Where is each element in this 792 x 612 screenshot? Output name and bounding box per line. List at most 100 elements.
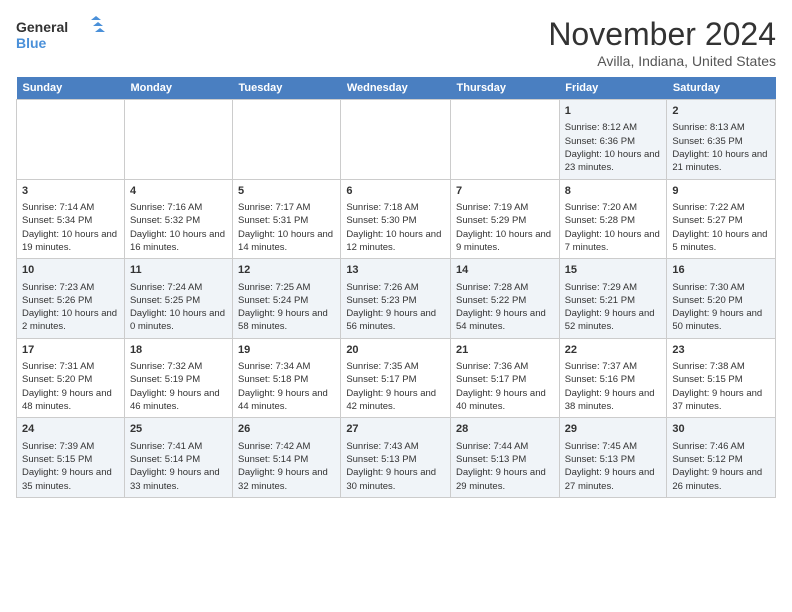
column-header-friday: Friday bbox=[559, 77, 667, 100]
location: Avilla, Indiana, United States bbox=[548, 53, 776, 69]
cell-content: Sunset: 5:21 PM bbox=[565, 294, 662, 307]
day-number: 30 bbox=[672, 422, 770, 437]
calendar-cell: 14Sunrise: 7:28 AMSunset: 5:22 PMDayligh… bbox=[451, 259, 560, 339]
cell-content: Daylight: 9 hours and 52 minutes. bbox=[565, 307, 662, 334]
cell-content: Sunset: 5:30 PM bbox=[346, 214, 445, 227]
cell-content: Sunset: 6:36 PM bbox=[565, 135, 662, 148]
calendar-cell: 28Sunrise: 7:44 AMSunset: 5:13 PMDayligh… bbox=[451, 418, 560, 498]
day-number: 19 bbox=[238, 343, 335, 358]
day-number: 11 bbox=[130, 263, 227, 278]
day-number: 7 bbox=[456, 184, 554, 199]
cell-content: Sunset: 5:18 PM bbox=[238, 373, 335, 386]
cell-content: Sunset: 5:34 PM bbox=[22, 214, 119, 227]
calendar-cell bbox=[233, 100, 341, 180]
calendar-cell: 10Sunrise: 7:23 AMSunset: 5:26 PMDayligh… bbox=[17, 259, 125, 339]
cell-content: Sunrise: 7:28 AM bbox=[456, 281, 554, 294]
day-number: 3 bbox=[22, 184, 119, 199]
cell-content: Sunset: 5:17 PM bbox=[346, 373, 445, 386]
calendar-cell: 7Sunrise: 7:19 AMSunset: 5:29 PMDaylight… bbox=[451, 179, 560, 259]
day-number: 24 bbox=[22, 422, 119, 437]
cell-content: Sunset: 5:15 PM bbox=[672, 373, 770, 386]
cell-content: Sunset: 5:26 PM bbox=[22, 294, 119, 307]
day-number: 4 bbox=[130, 184, 227, 199]
logo-svg: General Blue bbox=[16, 16, 106, 56]
cell-content: Sunset: 5:27 PM bbox=[672, 214, 770, 227]
cell-content: Sunset: 5:19 PM bbox=[130, 373, 227, 386]
calendar-cell: 6Sunrise: 7:18 AMSunset: 5:30 PMDaylight… bbox=[341, 179, 451, 259]
calendar-cell: 13Sunrise: 7:26 AMSunset: 5:23 PMDayligh… bbox=[341, 259, 451, 339]
calendar-cell: 29Sunrise: 7:45 AMSunset: 5:13 PMDayligh… bbox=[559, 418, 667, 498]
calendar-cell: 16Sunrise: 7:30 AMSunset: 5:20 PMDayligh… bbox=[667, 259, 776, 339]
calendar-cell: 18Sunrise: 7:32 AMSunset: 5:19 PMDayligh… bbox=[124, 338, 232, 418]
day-number: 1 bbox=[565, 104, 662, 119]
day-number: 25 bbox=[130, 422, 227, 437]
cell-content: Daylight: 10 hours and 19 minutes. bbox=[22, 228, 119, 255]
cell-content: Sunset: 5:25 PM bbox=[130, 294, 227, 307]
day-number: 28 bbox=[456, 422, 554, 437]
cell-content: Sunrise: 7:30 AM bbox=[672, 281, 770, 294]
calendar-cell: 17Sunrise: 7:31 AMSunset: 5:20 PMDayligh… bbox=[17, 338, 125, 418]
cell-content: Sunset: 5:16 PM bbox=[565, 373, 662, 386]
cell-content: Daylight: 10 hours and 16 minutes. bbox=[130, 228, 227, 255]
calendar-week-row: 24Sunrise: 7:39 AMSunset: 5:15 PMDayligh… bbox=[17, 418, 776, 498]
cell-content: Sunrise: 7:46 AM bbox=[672, 440, 770, 453]
cell-content: Daylight: 10 hours and 14 minutes. bbox=[238, 228, 335, 255]
cell-content: Sunrise: 7:38 AM bbox=[672, 360, 770, 373]
day-number: 23 bbox=[672, 343, 770, 358]
cell-content: Daylight: 10 hours and 0 minutes. bbox=[130, 307, 227, 334]
cell-content: Sunrise: 7:43 AM bbox=[346, 440, 445, 453]
calendar-cell bbox=[17, 100, 125, 180]
cell-content: Sunrise: 7:36 AM bbox=[456, 360, 554, 373]
svg-text:General: General bbox=[16, 19, 68, 35]
day-number: 22 bbox=[565, 343, 662, 358]
title-area: November 2024 Avilla, Indiana, United St… bbox=[548, 16, 776, 69]
calendar-header-row: SundayMondayTuesdayWednesdayThursdayFrid… bbox=[17, 77, 776, 100]
cell-content: Daylight: 9 hours and 42 minutes. bbox=[346, 387, 445, 414]
cell-content: Sunset: 5:12 PM bbox=[672, 453, 770, 466]
svg-text:Blue: Blue bbox=[16, 35, 47, 51]
cell-content: Sunset: 5:14 PM bbox=[238, 453, 335, 466]
cell-content: Sunrise: 7:37 AM bbox=[565, 360, 662, 373]
cell-content: Daylight: 9 hours and 54 minutes. bbox=[456, 307, 554, 334]
cell-content: Sunrise: 7:44 AM bbox=[456, 440, 554, 453]
cell-content: Daylight: 9 hours and 29 minutes. bbox=[456, 466, 554, 493]
cell-content: Sunset: 5:20 PM bbox=[22, 373, 119, 386]
calendar-cell: 11Sunrise: 7:24 AMSunset: 5:25 PMDayligh… bbox=[124, 259, 232, 339]
cell-content: Sunrise: 7:26 AM bbox=[346, 281, 445, 294]
calendar-cell bbox=[341, 100, 451, 180]
calendar-cell: 4Sunrise: 7:16 AMSunset: 5:32 PMDaylight… bbox=[124, 179, 232, 259]
cell-content: Daylight: 9 hours and 26 minutes. bbox=[672, 466, 770, 493]
calendar-cell: 21Sunrise: 7:36 AMSunset: 5:17 PMDayligh… bbox=[451, 338, 560, 418]
cell-content: Sunset: 5:22 PM bbox=[456, 294, 554, 307]
cell-content: Sunrise: 7:22 AM bbox=[672, 201, 770, 214]
cell-content: Daylight: 9 hours and 30 minutes. bbox=[346, 466, 445, 493]
calendar-cell bbox=[124, 100, 232, 180]
calendar-cell: 2Sunrise: 8:13 AMSunset: 6:35 PMDaylight… bbox=[667, 100, 776, 180]
calendar-week-row: 1Sunrise: 8:12 AMSunset: 6:36 PMDaylight… bbox=[17, 100, 776, 180]
cell-content: Daylight: 10 hours and 21 minutes. bbox=[672, 148, 770, 175]
calendar-cell: 3Sunrise: 7:14 AMSunset: 5:34 PMDaylight… bbox=[17, 179, 125, 259]
day-number: 17 bbox=[22, 343, 119, 358]
cell-content: Daylight: 9 hours and 46 minutes. bbox=[130, 387, 227, 414]
calendar-cell: 20Sunrise: 7:35 AMSunset: 5:17 PMDayligh… bbox=[341, 338, 451, 418]
cell-content: Daylight: 9 hours and 38 minutes. bbox=[565, 387, 662, 414]
column-header-sunday: Sunday bbox=[17, 77, 125, 100]
day-number: 9 bbox=[672, 184, 770, 199]
cell-content: Sunrise: 7:32 AM bbox=[130, 360, 227, 373]
calendar-cell: 30 Sunrise: 7:46 AMSunset: 5:12 PMDayligh… bbox=[667, 418, 776, 498]
cell-content: Daylight: 10 hours and 9 minutes. bbox=[456, 228, 554, 255]
calendar-cell: 27Sunrise: 7:43 AMSunset: 5:13 PMDayligh… bbox=[341, 418, 451, 498]
cell-content: Sunset: 5:32 PM bbox=[130, 214, 227, 227]
cell-content: Sunset: 5:15 PM bbox=[22, 453, 119, 466]
cell-content: Daylight: 9 hours and 32 minutes. bbox=[238, 466, 335, 493]
column-header-thursday: Thursday bbox=[451, 77, 560, 100]
cell-content: Daylight: 10 hours and 5 minutes. bbox=[672, 228, 770, 255]
calendar-cell: 24Sunrise: 7:39 AMSunset: 5:15 PMDayligh… bbox=[17, 418, 125, 498]
day-number: 5 bbox=[238, 184, 335, 199]
cell-content: Daylight: 9 hours and 56 minutes. bbox=[346, 307, 445, 334]
cell-content: Sunrise: 7:17 AM bbox=[238, 201, 335, 214]
cell-content: Daylight: 9 hours and 40 minutes. bbox=[456, 387, 554, 414]
cell-content: Daylight: 10 hours and 23 minutes. bbox=[565, 148, 662, 175]
day-number: 2 bbox=[672, 104, 770, 119]
day-number: 15 bbox=[565, 263, 662, 278]
